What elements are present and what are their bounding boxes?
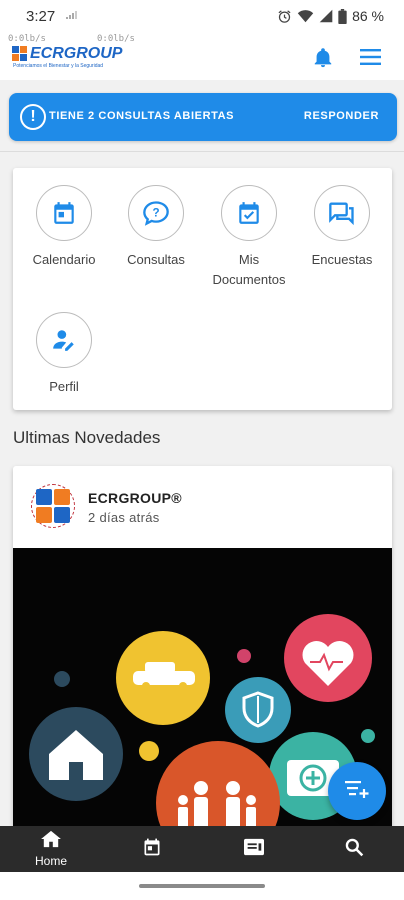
logo-mark — [12, 46, 27, 61]
system-gesture-area — [0, 872, 404, 900]
battery-level: 86 % — [352, 8, 384, 24]
nav-label: Home — [34, 854, 67, 868]
signal-small-icon — [66, 11, 78, 21]
menu-item-label: Mis Documentos — [212, 252, 286, 287]
logo-mark — [36, 489, 70, 523]
section-title: Ultimas Novedades — [13, 428, 161, 447]
net-speed-indicator: 0:0lb/s — [8, 34, 46, 44]
filter-add-icon — [345, 778, 369, 805]
menu-item-mis-documentos[interactable]: Mis Documentos — [203, 185, 295, 290]
battery-icon — [338, 8, 347, 24]
post-time: 2 días atrás — [88, 510, 160, 525]
status-time: 3:27 — [26, 8, 56, 25]
calendar-icon — [36, 185, 92, 241]
hamburger-menu-icon[interactable] — [360, 49, 381, 70]
gesture-handle[interactable] — [139, 884, 265, 888]
banner-message: TIENE 2 CONSULTAS ABIERTAS — [49, 110, 235, 122]
nav-item-calendar[interactable] — [117, 826, 187, 872]
wifi-icon — [297, 9, 314, 23]
forum-icon — [314, 185, 370, 241]
search-icon — [344, 837, 364, 862]
logo-wordmark: ECRGROUP — [30, 45, 123, 62]
nav-item-news[interactable] — [219, 826, 289, 872]
app-header: 0:0lb/s 0:0lb/s ECRGROUP Potenciamos el … — [0, 32, 404, 80]
calendar-icon — [142, 836, 162, 863]
nav-item-home[interactable]: Home — [16, 826, 86, 872]
menu-item-label: Calendario — [32, 252, 96, 267]
bell-icon[interactable] — [312, 46, 334, 75]
net-speed-indicator: 0:0lb/s — [97, 34, 135, 44]
shortcut-menu-card: Calendario ? Consultas Mis Documentos En… — [13, 168, 392, 410]
avatar[interactable] — [31, 484, 75, 528]
app-logo: ECRGROUP — [12, 45, 123, 62]
menu-item-label: Encuestas — [311, 252, 373, 267]
menu-item-label: Consultas — [127, 252, 185, 267]
menu-item-encuestas[interactable]: Encuestas — [296, 185, 388, 270]
logo-tagline: Potenciamos el Bienestar y la Seguridad — [13, 63, 104, 69]
status-icons: 86 % — [277, 8, 384, 24]
news-icon — [243, 837, 265, 862]
respond-button[interactable]: RESPONDER — [304, 110, 379, 122]
cell-signal-icon — [319, 9, 333, 23]
alarm-icon — [277, 9, 292, 24]
status-bar: 3:27 86 % — [0, 0, 404, 32]
menu-item-label: Perfil — [49, 379, 79, 394]
person-edit-icon — [36, 312, 92, 368]
filter-fab-button[interactable] — [328, 762, 386, 820]
menu-item-calendario[interactable]: Calendario — [18, 185, 110, 270]
menu-item-perfil[interactable]: Perfil — [18, 312, 110, 397]
post-author: ECRGROUP® — [88, 490, 182, 506]
menu-item-consultas[interactable]: ? Consultas — [110, 185, 202, 270]
home-icon — [40, 830, 62, 853]
question-chat-icon: ? — [128, 185, 184, 241]
divider — [0, 151, 404, 152]
bottom-navigation: Home — [0, 826, 404, 872]
open-queries-banner[interactable]: ! TIENE 2 CONSULTAS ABIERTAS RESPONDER — [9, 93, 397, 141]
nav-item-search[interactable] — [319, 826, 389, 872]
svg-text:?: ? — [152, 207, 159, 220]
calendar-check-icon — [221, 185, 277, 241]
alert-icon: ! — [20, 104, 46, 130]
